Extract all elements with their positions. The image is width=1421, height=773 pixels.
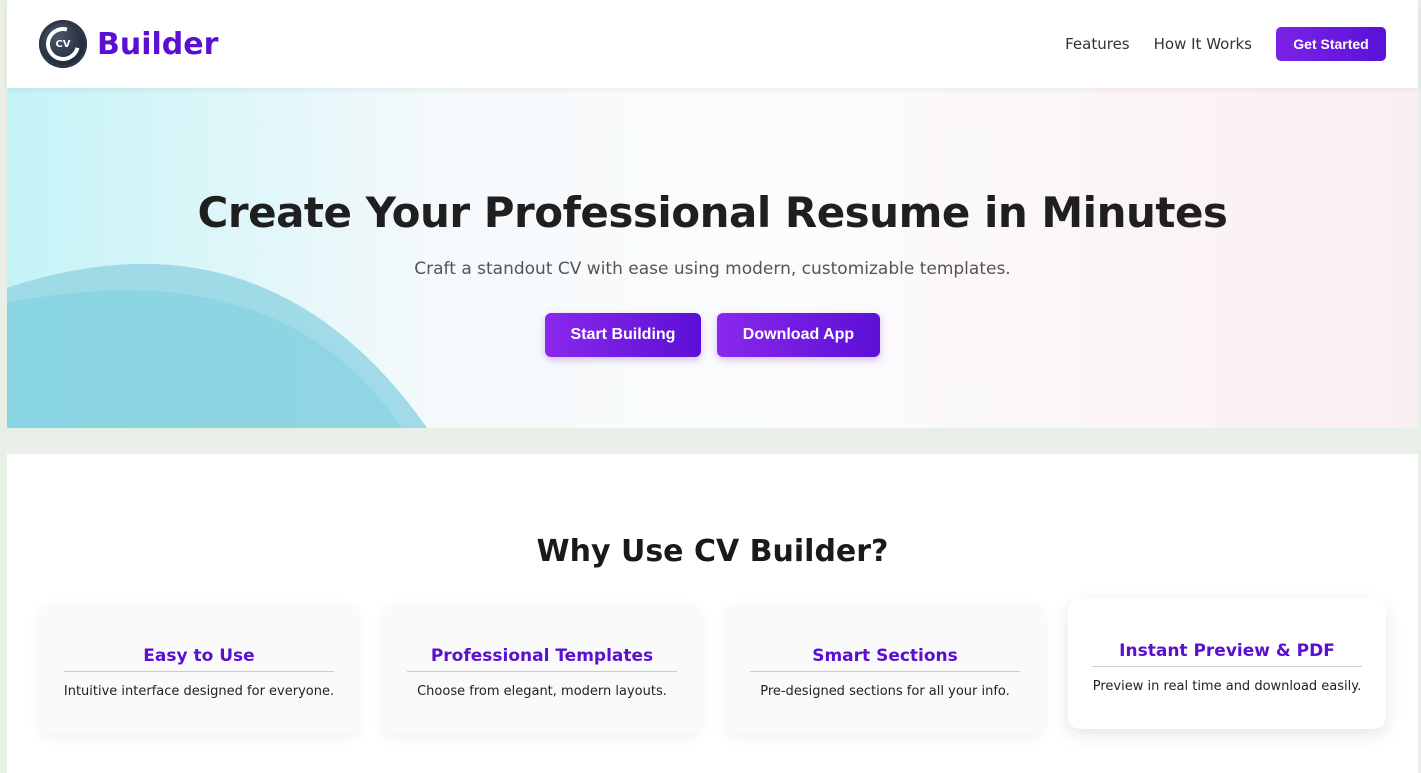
card-divider	[64, 671, 334, 672]
feature-card-text: Preview in real time and download easily…	[1092, 679, 1362, 694]
feature-card-text: Choose from elegant, modern layouts.	[417, 684, 667, 699]
card-divider	[750, 671, 1020, 672]
logo-text: CV	[55, 38, 71, 50]
hero-title: Create Your Professional Resume in Minut…	[197, 188, 1228, 237]
site-header: CV Builder Features How It Works Get Sta…	[7, 0, 1418, 88]
feature-card-text: Pre-designed sections for all your info.	[760, 684, 1010, 699]
feature-card-title: Easy to Use	[143, 646, 255, 666]
brand-name: Builder	[97, 26, 219, 62]
feature-card-title: Instant Preview & PDF	[1119, 641, 1335, 661]
page: CV Builder Features How It Works Get Sta…	[7, 0, 1418, 773]
feature-card-title: Smart Sections	[812, 646, 958, 666]
download-app-button[interactable]: Download App	[717, 313, 880, 357]
feature-card-instant-preview: Instant Preview & PDF Preview in real ti…	[1068, 599, 1386, 729]
feature-card-professional-templates: Professional Templates Choose from elega…	[383, 604, 701, 734]
card-divider	[1092, 666, 1362, 667]
feature-card-text: Intuitive interface designed for everyon…	[63, 684, 335, 699]
card-divider	[407, 671, 677, 672]
main-nav: Features How It Works Get Started	[1065, 27, 1386, 61]
nav-link-features[interactable]: Features	[1065, 35, 1130, 53]
hero-content: Create Your Professional Resume in Minut…	[7, 88, 1418, 428]
feature-card-title: Professional Templates	[430, 646, 654, 666]
nav-link-how-it-works[interactable]: How It Works	[1154, 35, 1252, 53]
hero-section: Create Your Professional Resume in Minut…	[7, 88, 1418, 428]
brand[interactable]: CV Builder	[39, 20, 218, 68]
hero-buttons: Start Building Download App	[545, 313, 880, 357]
features-section: Why Use CV Builder? Easy to Use Intuitiv…	[7, 454, 1418, 773]
cv-logo-icon: CV	[39, 20, 87, 68]
feature-card-smart-sections: Smart Sections Pre-designed sections for…	[726, 604, 1044, 734]
start-building-button[interactable]: Start Building	[545, 313, 701, 357]
feature-card-easy-to-use: Easy to Use Intuitive interface designed…	[40, 604, 358, 734]
get-started-button[interactable]: Get Started	[1276, 27, 1386, 61]
features-title: Why Use CV Builder?	[536, 534, 889, 569]
hero-subtitle: Craft a standout CV with ease using mode…	[414, 259, 1011, 279]
